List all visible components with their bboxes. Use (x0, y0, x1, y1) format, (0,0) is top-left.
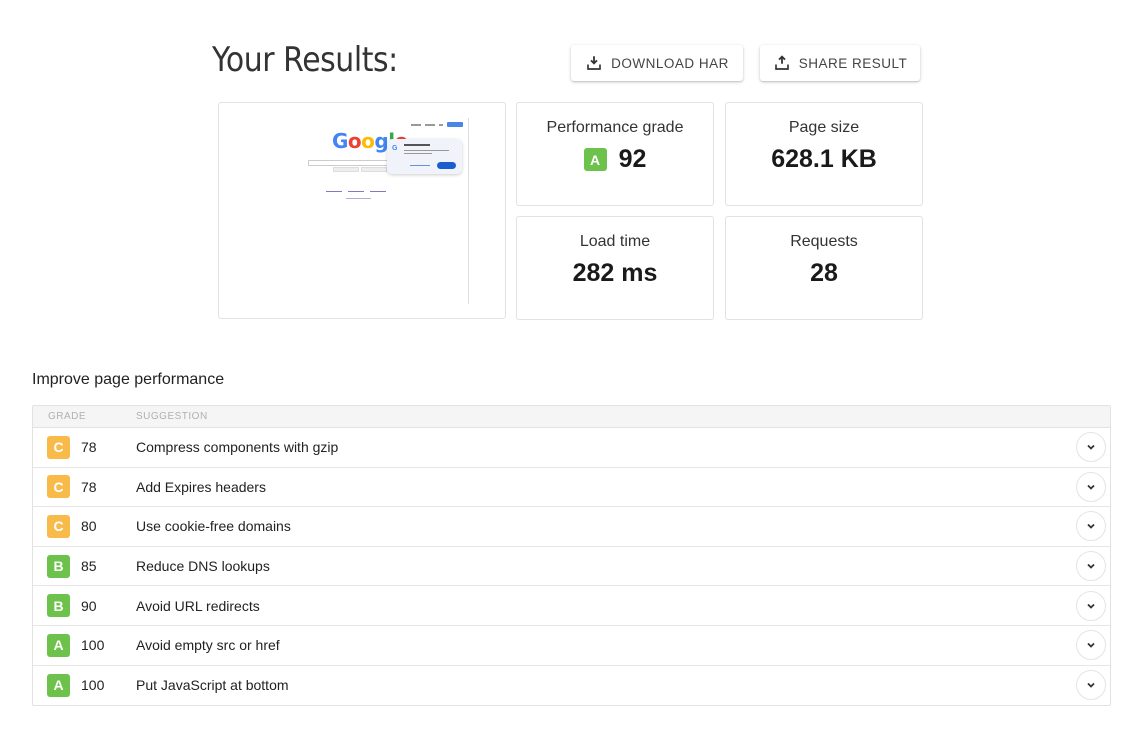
suggestion-text: Put JavaScript at bottom (136, 677, 289, 694)
suggestion-text: Add Expires headers (136, 478, 266, 495)
chevron-down-icon (1087, 563, 1095, 569)
improve-section-title: Improve page performance (32, 371, 225, 388)
suggestion-text: Reduce DNS lookups (136, 558, 270, 575)
grade-badge: B (47, 594, 70, 618)
grade-score: 85 (81, 558, 97, 575)
grade-score: 90 (81, 597, 97, 614)
grade-score: 78 (81, 439, 97, 456)
load-time-value: 282 ms (572, 259, 658, 287)
grade-score: 80 (81, 518, 97, 535)
share-result-button[interactable]: SHARE RESULT (760, 45, 920, 81)
grade-badge: C (47, 435, 70, 459)
page-title: Your Results: (212, 40, 398, 80)
thumbnail-topbar (411, 122, 463, 127)
suggestion-text: Avoid URL redirects (136, 597, 260, 614)
expand-button[interactable] (1076, 551, 1106, 582)
grade-score: 100 (81, 637, 105, 654)
requests-card: Requests 28 (725, 216, 923, 320)
column-header-suggestion: SUGGESTION (136, 411, 208, 422)
table-row[interactable]: C 80 Use cookie-free domains (33, 507, 1110, 547)
table-row[interactable]: A 100 Put JavaScript at bottom (33, 666, 1110, 706)
download-icon (587, 56, 601, 70)
download-har-label: DOWNLOAD HAR (611, 55, 729, 71)
page-screenshot-thumbnail: Google G (218, 102, 506, 319)
thumbnail-footer-links (326, 191, 386, 192)
table-row[interactable]: C 78 Add Expires headers (33, 468, 1110, 508)
expand-button[interactable] (1076, 511, 1106, 542)
expand-button[interactable] (1076, 432, 1106, 463)
thumbnail-search-box (308, 160, 392, 166)
suggestions-table: GRADE SUGGESTION C 78 Compress components … (32, 405, 1111, 707)
table-row[interactable]: B 90 Avoid URL redirects (33, 586, 1110, 626)
page-size-value: 628.1 KB (771, 145, 877, 173)
page-size-card: Page size 628.1 KB (725, 102, 923, 206)
performance-grade-value: 92 (618, 145, 647, 173)
performance-grade-badge: A (583, 148, 607, 171)
download-har-button[interactable]: DOWNLOAD HAR (571, 45, 743, 81)
chevron-down-icon (1087, 445, 1095, 451)
chevron-down-icon (1087, 683, 1095, 689)
chevron-down-icon (1087, 643, 1095, 649)
table-header: GRADE SUGGESTION (33, 406, 1110, 428)
table-row[interactable]: B 85 Reduce DNS lookups (33, 547, 1110, 587)
grade-badge: B (47, 554, 70, 578)
table-row[interactable]: C 78 Compress components with gzip (33, 428, 1110, 468)
grade-badge: C (47, 514, 70, 538)
suggestion-text: Avoid empty src or href (136, 637, 280, 654)
load-time-label: Load time (579, 233, 651, 250)
grade-badge: A (47, 673, 70, 697)
page-size-label: Page size (788, 119, 860, 136)
performance-grade-label: Performance grade (546, 119, 684, 136)
suggestion-text: Use cookie-free domains (136, 518, 291, 535)
column-header-grade: GRADE (48, 411, 87, 422)
performance-grade-card: Performance grade A 92 (516, 102, 714, 206)
load-time-card: Load time 282 ms (516, 216, 714, 320)
grade-badge: C (47, 475, 70, 499)
suggestion-text: Compress components with gzip (136, 439, 339, 456)
chevron-down-icon (1087, 603, 1095, 609)
thumbnail-signin-popup: G (387, 139, 462, 174)
upload-icon (774, 55, 789, 70)
chevron-down-icon (1087, 484, 1095, 490)
thumbnail-search-buttons (333, 167, 387, 172)
expand-button[interactable] (1076, 471, 1106, 502)
share-result-label: SHARE RESULT (798, 55, 908, 71)
grade-score: 78 (81, 478, 97, 495)
chevron-down-icon (1087, 524, 1095, 530)
grade-score: 100 (81, 677, 105, 694)
expand-button[interactable] (1076, 630, 1106, 661)
expand-button[interactable] (1076, 670, 1106, 701)
expand-button[interactable] (1076, 590, 1106, 621)
thumbnail-scrollbar (468, 118, 469, 304)
requests-label: Requests (790, 233, 858, 250)
requests-value: 28 (810, 259, 838, 287)
grade-badge: A (47, 633, 70, 657)
table-row[interactable]: A 100 Avoid empty src or href (33, 626, 1110, 666)
